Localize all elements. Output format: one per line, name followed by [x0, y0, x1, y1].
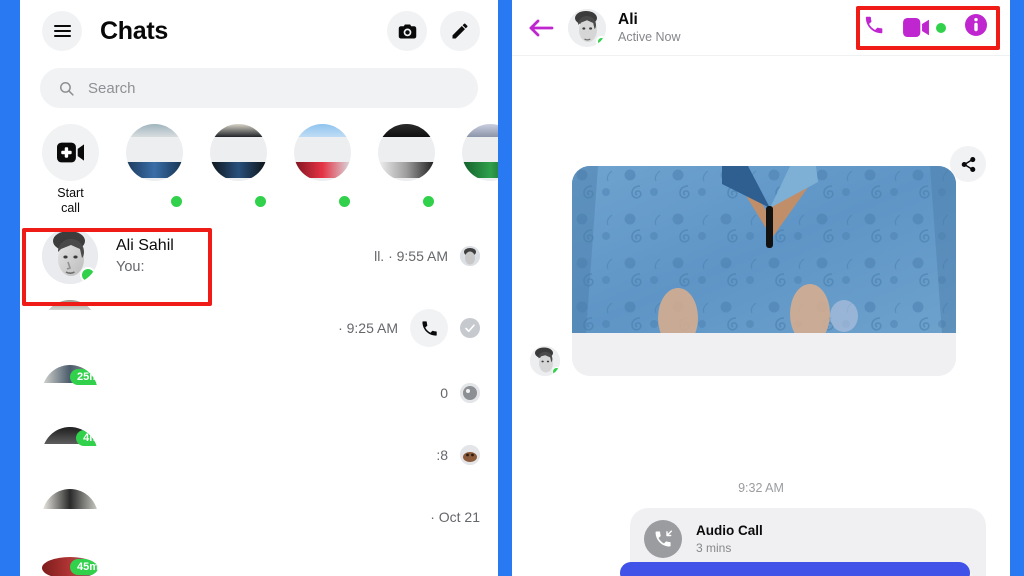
active-contact-item[interactable]: [378, 124, 436, 212]
camera-icon[interactable]: [387, 11, 427, 51]
peer-status: Active Now: [618, 30, 681, 44]
row-timestamp: ll. · 9:55 AM: [374, 248, 448, 264]
table-row[interactable]: 4m :8: [20, 424, 498, 486]
info-circle-icon[interactable]: [964, 13, 988, 42]
online-indicator: [936, 22, 946, 33]
online-indicator: [169, 194, 184, 209]
active-contacts-strip[interactable]: Start call: [20, 124, 498, 212]
status-badge: 45m: [69, 559, 98, 575]
bottom-composer-hint: [620, 562, 970, 576]
message-thread[interactable]: 9:32 AM Audio Call 3 mins CALL BACK: [512, 56, 1010, 576]
avatar: [42, 489, 98, 545]
conversation-actions: [863, 13, 996, 42]
table-row[interactable]: Ali Sahil You: ll. · 9:55 AM: [20, 218, 498, 294]
chat-list[interactable]: Ali Sahil You: ll. · 9:55 AM · 9:25 AM 2…: [20, 218, 498, 576]
peer-info: Ali Active Now: [618, 10, 681, 45]
row-actions: [460, 383, 480, 403]
conversation-panel: Ali Active Now 9:32 AM Audio Call 3 mins: [512, 0, 1010, 576]
avatar: [42, 300, 98, 356]
call-duration: 3 mins: [696, 541, 732, 555]
row-actions: [410, 309, 480, 347]
app-screen: Chats Search Start call Ali Sahil You: l…: [0, 0, 1024, 576]
scroll-artifact: [20, 306, 40, 350]
chats-header: Chats: [20, 0, 498, 62]
avatar: [378, 124, 435, 181]
online-indicator: [253, 194, 268, 209]
phone-icon[interactable]: [863, 14, 885, 41]
conversation-header: Ali Active Now: [512, 0, 1010, 56]
phone-icon: [421, 320, 437, 336]
missed-call-icon: [644, 520, 682, 558]
hamburger-menu-icon[interactable]: [42, 11, 82, 51]
avatar: [210, 124, 267, 181]
message-preview: You:: [116, 259, 145, 275]
online-indicator: [552, 367, 560, 376]
start-call-label: Start call: [57, 186, 84, 212]
status-badge: 4m: [76, 430, 98, 446]
online-indicator: [421, 194, 436, 209]
peer-name: Ali: [618, 11, 638, 28]
avatar: 4m: [42, 427, 98, 483]
header-actions: [387, 11, 480, 51]
search-placeholder: Search: [88, 79, 136, 97]
video-plus-icon: [42, 124, 99, 181]
active-contact-item[interactable]: [462, 124, 498, 212]
active-contact-item[interactable]: [294, 124, 352, 212]
search-icon: [59, 81, 74, 96]
avatar: 25m: [42, 365, 98, 421]
online-indicator: [80, 267, 96, 283]
video-message-bubble[interactable]: [572, 166, 956, 376]
start-call-item[interactable]: Start call: [42, 124, 99, 212]
table-row[interactable]: · 9:25 AM: [20, 294, 498, 362]
active-contact-item[interactable]: [210, 124, 268, 212]
call-button[interactable]: [410, 309, 448, 347]
avatar: 45m: [42, 557, 98, 576]
video-camera-icon: [903, 18, 929, 37]
right-frame-edge: [1010, 0, 1024, 576]
row-timestamp: · Oct 21: [430, 509, 480, 525]
panel-divider: [498, 0, 512, 576]
row-timestamp: · 9:25 AM: [338, 320, 398, 336]
table-row[interactable]: · Oct 21: [20, 486, 498, 548]
pencil-compose-icon[interactable]: [440, 11, 480, 51]
avatar: [460, 246, 480, 266]
row-timestamp: 0: [440, 385, 448, 401]
row-timestamp: :8: [436, 447, 448, 463]
chats-list-panel: Chats Search Start call Ali Sahil You: l…: [20, 0, 498, 576]
back-arrow-icon[interactable]: [528, 17, 562, 39]
table-row[interactable]: 45m: [20, 548, 498, 576]
contact-name: Ali Sahil: [116, 237, 174, 254]
message-row-incoming: [530, 166, 956, 376]
bubble-body: [572, 333, 956, 376]
call-card-header: Audio Call 3 mins: [644, 520, 972, 558]
row-actions: [460, 246, 480, 266]
avatar[interactable]: [568, 8, 606, 47]
avatar: [460, 383, 480, 403]
table-row[interactable]: 25m 0: [20, 362, 498, 424]
search-input[interactable]: Search: [40, 68, 478, 108]
avatar: [462, 124, 498, 181]
status-badge: 25m: [69, 369, 98, 385]
search-container: Search: [20, 62, 498, 108]
online-indicator: [596, 35, 606, 47]
message-timestamp: 9:32 AM: [738, 481, 784, 495]
avatar: [530, 346, 560, 376]
avatar: [460, 445, 480, 465]
video-thumbnail[interactable]: [572, 166, 956, 333]
avatar: [294, 124, 351, 181]
online-indicator: [337, 194, 352, 209]
active-contact-item[interactable]: [126, 124, 184, 212]
call-type-label: Audio Call: [696, 523, 763, 538]
row-actions: [460, 445, 480, 465]
avatar: [126, 124, 183, 181]
video-call-group[interactable]: [903, 18, 946, 37]
page-title: Chats: [100, 16, 168, 45]
call-card-text: Audio Call 3 mins: [696, 522, 763, 556]
avatar: [42, 228, 98, 284]
row-text: Ali Sahil You:: [116, 235, 374, 277]
seen-check-badge: [460, 318, 480, 338]
